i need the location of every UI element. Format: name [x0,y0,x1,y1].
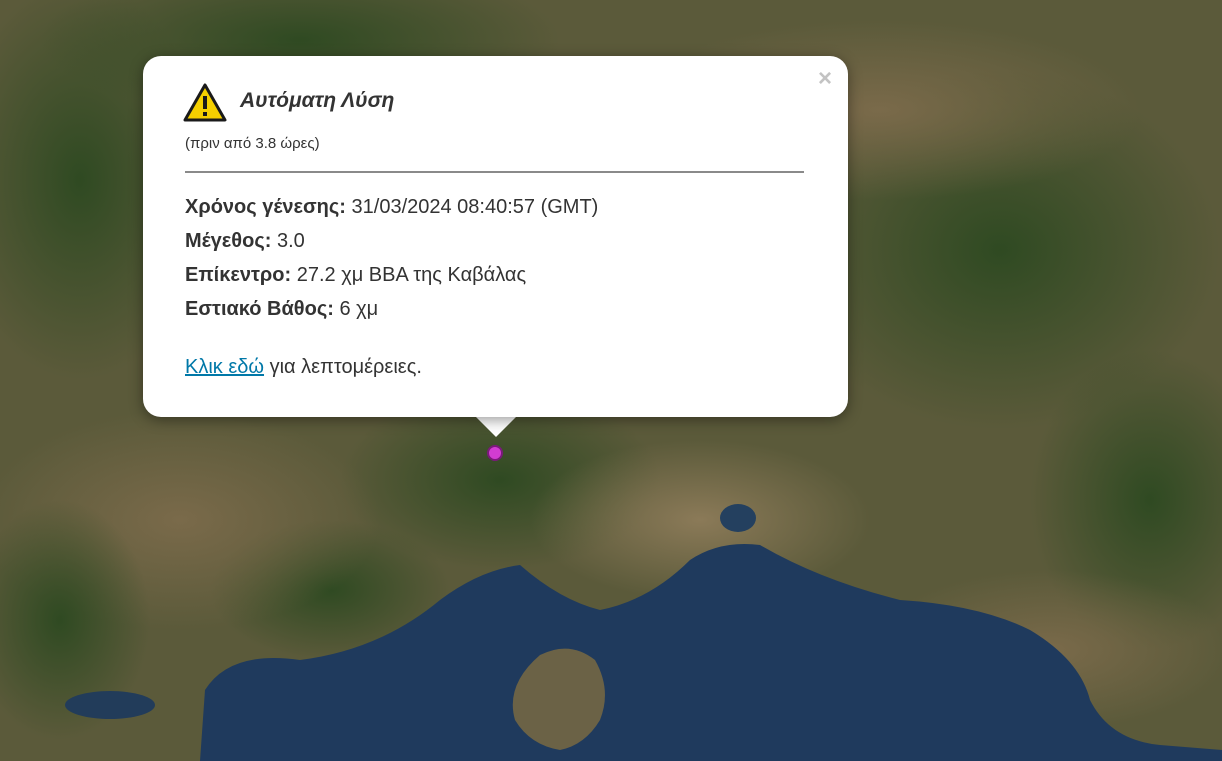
row-value: 6 χμ [339,298,379,320]
origin-time-row: Χρόνος γένεσης: 31/03/2024 08:40:57 (GMT… [185,190,598,224]
row-label: Επίκεντρο: [185,264,292,286]
row-label: Εστιακό Βάθος: [185,298,334,320]
details-suffix: για λεπτομέρειες. [269,356,422,378]
epicenter-row: Επίκεντρο: 27.2 χμ ΒΒΑ της Καβάλας [185,258,598,292]
depth-row: Εστιακό Βάθος: 6 χμ [185,292,598,326]
details-link[interactable]: Κλικ εδώ [185,356,264,378]
row-value: 31/03/2024 08:40:57 (GMT) [351,196,599,218]
row-label: Χρόνος γένεσης: [185,196,346,218]
close-icon[interactable]: × [818,64,832,94]
row-value: 3.0 [276,230,305,252]
row-value: 27.2 χμ ΒΒΑ της Καβάλας [296,264,527,286]
warning-triangle-icon [183,83,227,122]
popup-tip [474,415,518,437]
info-list: Χρόνος γένεσης: 31/03/2024 08:40:57 (GMT… [185,190,598,326]
popup-title: Αυτόματη Λύση [240,89,395,112]
magnitude-row: Μέγεθος: 3.0 [185,224,598,258]
satellite-map[interactable]: × Αυτόματη Λύση (πριν από 3.8 ώρες) Χρόν… [0,0,1222,761]
epicenter-marker-icon[interactable] [486,444,504,462]
details-line: Κλικ εδώ για λεπτομέρειες. [185,356,422,379]
row-label: Μέγεθος: [185,230,272,252]
divider [185,171,804,173]
popup-time-ago: (πριν από 3.8 ώρες) [185,135,320,152]
earthquake-popup: × Αυτόματη Λύση (πριν από 3.8 ώρες) Χρόν… [143,56,848,417]
